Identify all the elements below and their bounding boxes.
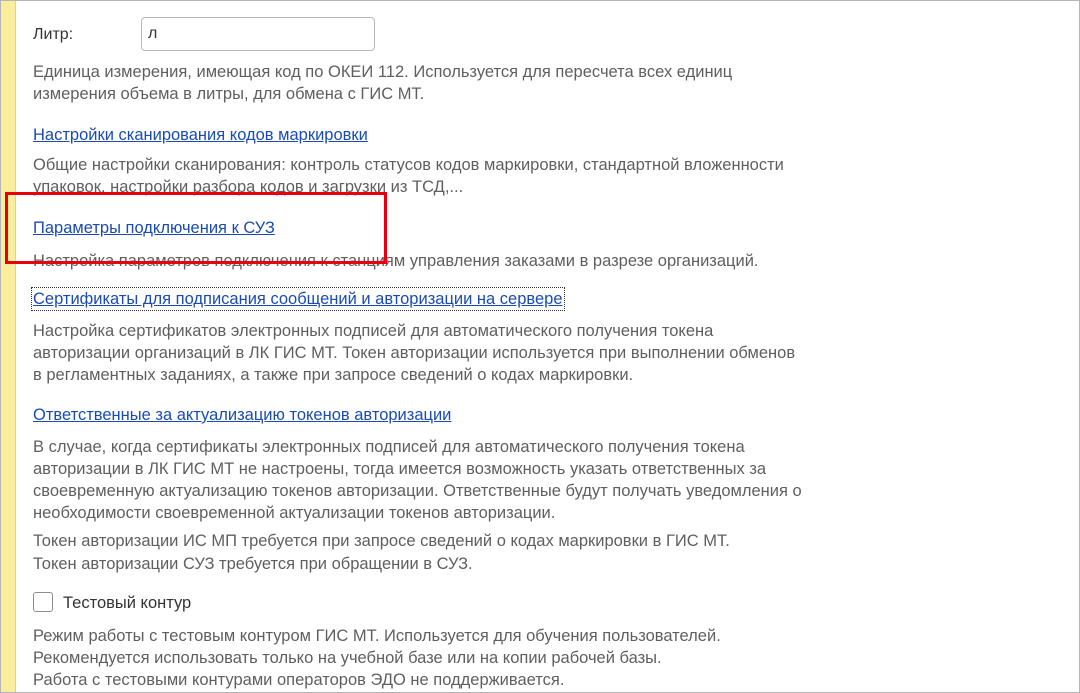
settings-panel: Литр: л Единица измерения, имеющая код п… [0,0,1080,693]
suz-params-description: Настройка параметров подключения к станц… [33,252,759,270]
test-contour-description-line-1: Режим работы с тестовым контуром ГИС МТ.… [33,627,721,645]
left-accent-bar [1,1,16,692]
test-contour-description-line-2: Рекомендуется использовать только на уче… [33,649,662,667]
litr-description-line-1: Единица измерения, имеющая код по ОКЕИ 1… [33,63,733,81]
scan-settings-description-line-1: Общие настройки сканирования: контроль с… [33,156,784,174]
settings-content: Литр: л Единица измерения, имеющая код п… [31,1,1059,692]
responsible-description-line-2: авторизации в ЛК ГИС МТ не настроены, то… [33,460,767,478]
litr-label: Литр: [33,26,74,43]
responsible-description-line-1: В случае, когда сертификаты электронных … [33,438,745,456]
responsible-description-line-5: Токен авторизации ИС МП требуется при за… [33,532,730,550]
scan-settings-link[interactable]: Настройки сканирования кодов маркировки [33,125,368,145]
test-contour-checkbox[interactable] [33,592,53,612]
suz-params-link[interactable]: Параметры подключения к СУЗ [33,218,275,238]
certificates-description-line-2: авторизации организаций в ЛК ГИС МТ. Ток… [33,344,796,362]
certificates-link[interactable]: Сертификаты для подписания сообщений и а… [31,287,565,311]
responsible-description-line-4: необходимости своевременной актуализации… [33,504,556,522]
responsible-link[interactable]: Ответственные за актуализацию токенов ав… [33,405,451,425]
test-contour-label[interactable]: Тестовый контур [63,593,191,613]
scan-settings-description-line-2: упаковок, настройки разбора кодов и загр… [33,177,464,196]
certificates-description-line-1: Настройка сертификатов электронных подпи… [33,322,714,340]
certificates-description-line-3: в регламентных заданиях, а также при зап… [33,366,634,384]
responsible-description-line-3: своевременную актуализацию токенов автор… [33,482,802,500]
litr-input[interactable]: л [141,17,375,51]
test-contour-description-line-3: Работа с тестовыми контурами операторов … [33,671,565,689]
responsible-description-line-6: Токен авторизации СУЗ требуется при обра… [33,555,473,573]
litr-description-line-2: измерения объема в литры, для обмена с Г… [33,84,425,103]
